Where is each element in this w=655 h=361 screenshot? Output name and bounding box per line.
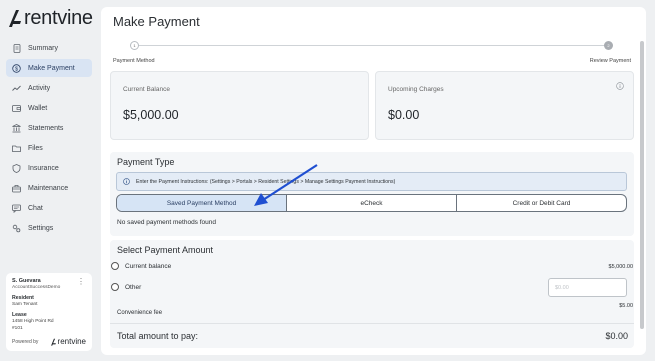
sidebar-item-activity[interactable]: Activity: [6, 79, 92, 97]
stepper-track: [135, 45, 609, 46]
total-amount-label: Total amount to pay:: [117, 331, 199, 341]
chat-icon: [12, 204, 21, 213]
activity-icon: [12, 84, 21, 93]
sidebar-item-label: Insurance: [28, 164, 59, 172]
wallet-icon: [12, 104, 21, 113]
profile-card: S. Guevara AccountSuccessDemo ⋮ Resident…: [6, 273, 92, 351]
sidebar-item-label: Make Payment: [28, 64, 75, 72]
current-balance-option[interactable]: Current balance: [111, 262, 171, 270]
step-2-label: Review Payment: [589, 58, 631, 64]
sidebar-item-wallet[interactable]: Wallet: [6, 99, 92, 117]
current-balance-amount: $5,000.00: [608, 264, 633, 270]
total-divider: [110, 323, 634, 324]
annotation-arrow-icon: [254, 164, 318, 206]
sidebar: rentvine Summary $ Make Payment Activity…: [0, 0, 100, 361]
sidebar-item-label: Statements: [28, 124, 64, 132]
upcoming-charges-value: $0.00: [388, 108, 420, 122]
other-amount-option[interactable]: Other: [111, 283, 141, 291]
bank-icon: [12, 123, 21, 133]
shield-icon: [12, 163, 21, 173]
sidebar-item-chat[interactable]: Chat: [6, 199, 92, 217]
profile-name: S. Guevara: [12, 278, 41, 284]
convenience-fee-label: Convenience fee: [117, 310, 163, 316]
sidebar-item-insurance[interactable]: Insurance: [6, 159, 92, 177]
sidebar-item-make-payment[interactable]: $ Make Payment: [6, 59, 92, 77]
upcoming-charges-label: Upcoming Charges: [388, 86, 444, 93]
upcoming-charges-card: Upcoming Charges $0.00: [375, 71, 634, 140]
powered-by-brand: rentvine: [57, 337, 86, 346]
lease-label: Lease: [12, 312, 27, 319]
folder-icon: [12, 144, 21, 153]
sidebar-item-maintenance[interactable]: Maintenance: [6, 179, 92, 197]
current-balance-option-label: Current balance: [125, 262, 172, 270]
resident-label: Resident: [12, 295, 34, 301]
powered-by-logo: rentvine: [50, 337, 86, 346]
other-amount-option-label: Other: [125, 283, 142, 291]
settings-icon: [12, 224, 21, 233]
current-balance-radio[interactable]: [111, 262, 119, 270]
step-1-label: Payment Method: [113, 58, 155, 64]
rentvine-logo[interactable]: rentvine: [7, 7, 93, 29]
payment-instructions-banner: Enter the Payment Instructions: (Setting…: [116, 172, 627, 191]
sidebar-item-label: Files: [28, 144, 43, 152]
sidebar-item-settings[interactable]: Settings: [6, 219, 92, 237]
current-balance-label: Current Balance: [123, 86, 170, 93]
sidebar-item-statements[interactable]: Statements: [6, 119, 92, 137]
sidebar-nav: Summary $ Make Payment Activity Wallet S…: [6, 39, 92, 239]
sidebar-item-summary[interactable]: Summary: [6, 39, 92, 57]
more-options-icon[interactable]: ⋮: [77, 278, 85, 286]
current-balance-card: Current Balance $5,000.00: [110, 71, 369, 140]
dollar-circle-icon: $: [12, 63, 21, 73]
sidebar-item-label: Summary: [28, 44, 58, 52]
page-title: Make Payment: [113, 14, 200, 29]
payment-type-title: Payment Type: [117, 157, 175, 167]
no-saved-methods-message: No saved payment methods found: [117, 219, 217, 226]
sidebar-item-label: Activity: [28, 84, 51, 92]
scrollbar[interactable]: [640, 41, 644, 329]
powered-by: Powered by rentvine: [12, 337, 86, 346]
info-icon[interactable]: [616, 82, 624, 90]
sidebar-item-files[interactable]: Files: [6, 139, 92, 157]
profile-account: AccountSuccessDemo: [12, 285, 61, 290]
lease-address-line2: #101: [12, 325, 23, 331]
sidebar-item-label: Settings: [28, 224, 54, 232]
other-amount-input[interactable]: [548, 278, 627, 297]
step-1-indicator: 1: [130, 41, 139, 50]
sidebar-item-label: Wallet: [28, 104, 48, 112]
sidebar-item-label: Chat: [28, 204, 43, 212]
main-panel: Make Payment 1 2 Payment Method Review P…: [101, 7, 646, 355]
credit-debit-card-tab[interactable]: Credit or Debit Card: [457, 195, 626, 211]
payment-amount-title: Select Payment Amount: [117, 245, 214, 255]
total-amount-value: $0.00: [605, 331, 628, 341]
info-icon: [123, 178, 130, 185]
toolbox-icon: [12, 184, 21, 193]
step-2-indicator: 2: [604, 41, 613, 50]
rentvine-logo-mark-icon: [50, 338, 56, 346]
powered-by-label: Powered by: [12, 338, 39, 345]
document-icon: [12, 43, 21, 53]
lease-address-line1: 1458 High Point Rd: [12, 319, 54, 325]
brand-name: rentvine: [24, 7, 93, 29]
payment-type-section: Payment Type Enter the Payment Instructi…: [110, 152, 634, 236]
rentvine-logo-mark-icon: [9, 10, 21, 27]
payment-type-selector: Saved Payment Method eCheck Credit or De…: [116, 194, 627, 212]
current-balance-value: $5,000.00: [123, 108, 179, 122]
svg-text:$: $: [15, 66, 18, 72]
resident-value: Sam Tenant: [12, 302, 38, 307]
sidebar-item-label: Maintenance: [28, 184, 69, 192]
other-amount-radio[interactable]: [111, 283, 119, 291]
convenience-fee-value: $5.00: [619, 303, 633, 309]
